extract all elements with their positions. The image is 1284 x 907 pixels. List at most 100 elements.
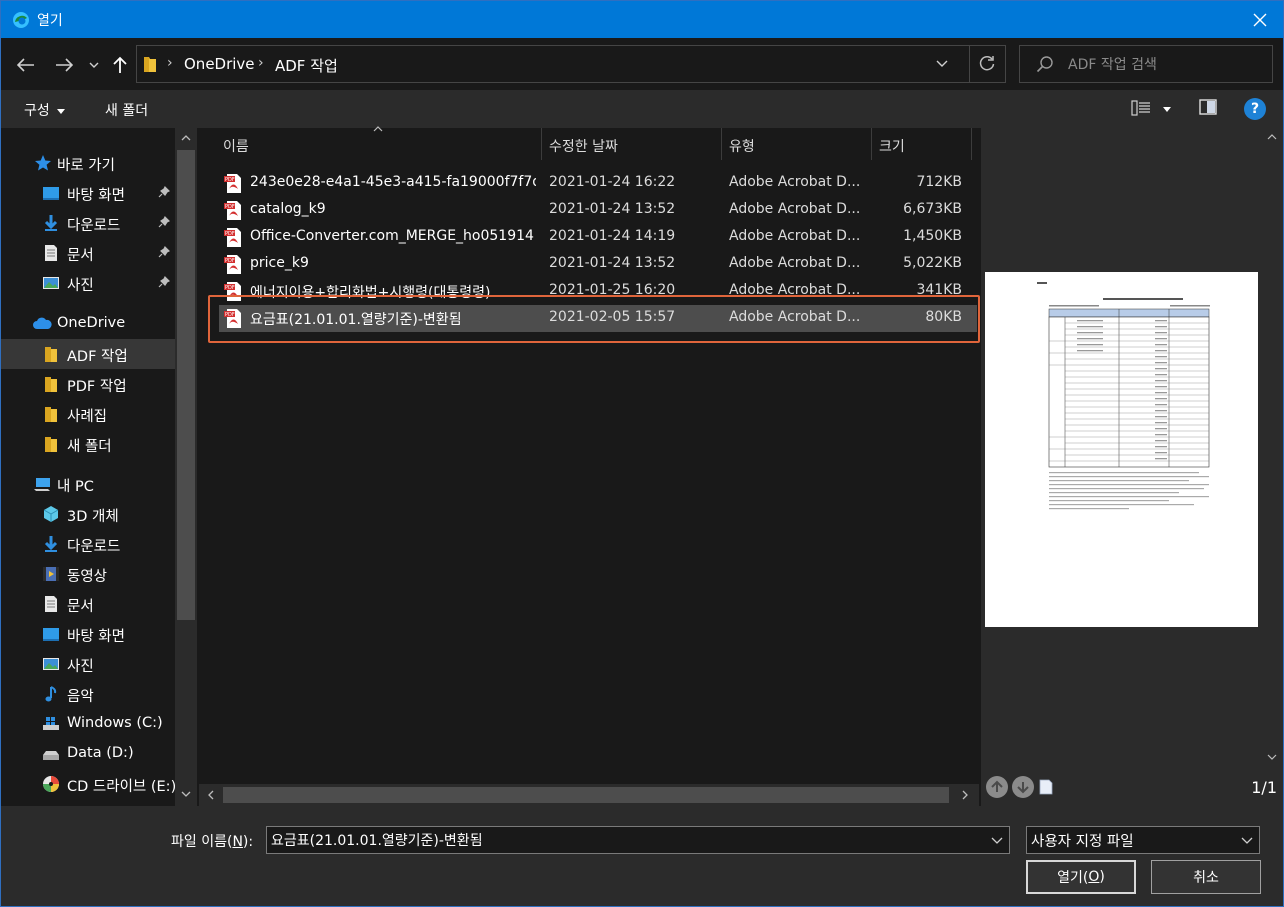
file-row[interactable]: PDF catalog_k9 2021-01-24 13:52 Adobe Ac… — [219, 197, 977, 224]
nav-pc-desktop[interactable]: 바탕 화면 — [1, 619, 175, 649]
arrow-up-icon — [991, 780, 1003, 792]
scroll-left-button[interactable] — [201, 784, 221, 806]
nav-folder-casebook[interactable]: 사례집 — [1, 399, 175, 429]
video-icon — [43, 567, 59, 581]
column-divider[interactable] — [971, 128, 972, 160]
file-date: 2021-02-05 15:57 — [549, 309, 676, 325]
help-button[interactable]: ? — [1244, 98, 1266, 120]
pdf-file-icon: PDF — [224, 201, 241, 220]
file-date: 2021-01-24 13:52 — [549, 255, 676, 271]
nav-pc-cd-drive[interactable]: CD 드라이브 (E:) — [1, 769, 176, 799]
nav-label: 내 PC — [57, 479, 94, 495]
caret-down-icon — [1163, 107, 1171, 112]
column-divider[interactable] — [721, 128, 722, 160]
document-preview — [985, 272, 1258, 627]
nav-quick-access[interactable]: 바로 가기 — [1, 148, 175, 178]
file-row[interactable]: PDF 243e0e28-e4a1-45e3-a415-fa19000f7f7d… — [219, 170, 977, 197]
open-button[interactable]: 열기(O) — [1026, 860, 1136, 894]
file-name: Office-Converter.com_MERGE_ho051914 — [250, 228, 534, 244]
navigation-pane: 바로 가기 바탕 화면 다운로드 문서 사진 OneDrive ADF 작업 P… — [1, 128, 197, 806]
scroll-up-button[interactable] — [175, 128, 197, 148]
search-box[interactable] — [1019, 45, 1273, 83]
filename-label-prefix: 파일 이름( — [171, 834, 233, 850]
scroll-down-button[interactable] — [175, 784, 197, 804]
nav-label: 바로 가기 — [57, 158, 115, 174]
open-label-prefix: 열기( — [1057, 870, 1089, 886]
file-row[interactable]: PDF price_k9 2021-01-24 13:52 Adobe Acro… — [219, 251, 977, 278]
previous-page-button[interactable] — [986, 776, 1008, 798]
new-folder-button[interactable]: 새 폴더 — [105, 100, 148, 120]
file-type: Adobe Acrobat D... — [729, 255, 861, 271]
refresh-button[interactable] — [975, 52, 1001, 78]
column-divider[interactable] — [541, 128, 542, 160]
svg-text:PDF: PDF — [225, 285, 235, 291]
nav-pc-3d-objects[interactable]: 3D 개체 — [1, 499, 175, 529]
nav-pc-videos[interactable]: 동영상 — [1, 559, 175, 589]
search-input[interactable] — [1068, 54, 1264, 76]
computer-icon — [34, 478, 50, 491]
title-bar: 열기 — [1, 1, 1283, 38]
preview-scrollbar[interactable] — [1262, 128, 1281, 768]
nav-pc-documents[interactable]: 문서 — [1, 589, 175, 619]
filename-label: 파일 이름(N): — [171, 831, 253, 851]
chevron-left-icon — [208, 790, 214, 800]
up-button[interactable] — [107, 52, 133, 78]
nav-onedrive[interactable]: OneDrive — [1, 309, 175, 339]
filetype-value: 사용자 지정 파일 — [1031, 834, 1134, 850]
nav-pc-music[interactable]: 음악 — [1, 679, 175, 709]
nav-quick-downloads[interactable]: 다운로드 — [1, 208, 175, 238]
organize-menu[interactable]: 구성 — [24, 100, 66, 120]
file-row[interactable]: PDF Office-Converter.com_MERGE_ho051914 … — [219, 224, 977, 251]
window-title: 열기 — [37, 13, 63, 29]
cancel-button[interactable]: 취소 — [1151, 860, 1261, 894]
column-header-size[interactable]: 크기 — [879, 128, 905, 160]
nav-pc-pictures[interactable]: 사진 — [1, 649, 175, 679]
change-view-button[interactable] — [1131, 99, 1173, 121]
nav-scrollbar[interactable] — [175, 128, 197, 806]
preview-pane-button[interactable] — [1199, 99, 1221, 121]
nav-folder-new[interactable]: 새 폴더 — [1, 429, 175, 459]
address-row: › OneDrive › ADF 작업 — [1, 38, 1283, 90]
scrollbar-thumb[interactable] — [223, 787, 949, 803]
file-type: Adobe Acrobat D... — [729, 228, 861, 244]
forward-button[interactable] — [51, 52, 77, 78]
nav-folder-adf[interactable]: ADF 작업 — [1, 339, 175, 369]
nav-pc-drive-c[interactable]: Windows (C:) — [1, 709, 175, 739]
column-header-type[interactable]: 유형 — [729, 128, 755, 160]
nav-quick-documents[interactable]: 문서 — [1, 238, 175, 268]
nav-pc-drive-d[interactable]: Data (D:) — [1, 739, 175, 769]
back-button[interactable] — [13, 52, 39, 78]
scrollbar-thumb[interactable] — [177, 150, 195, 620]
pictures-icon — [43, 658, 59, 670]
recent-locations-button[interactable] — [83, 52, 105, 78]
breadcrumb-onedrive[interactable]: OneDrive — [184, 55, 255, 73]
file-size: 80KB — [925, 309, 962, 325]
chevron-down-icon — [1241, 837, 1253, 844]
nav-folder-pdf[interactable]: PDF 작업 — [1, 369, 175, 399]
nav-pc-downloads[interactable]: 다운로드 — [1, 529, 175, 559]
file-row-selected[interactable]: PDF 요금표(21.01.01.열량기준)-변환됨 2021-02-05 15… — [219, 305, 977, 332]
column-divider[interactable] — [871, 128, 872, 160]
breadcrumb-current-folder[interactable]: ADF 작업 — [275, 55, 338, 76]
chevron-down-icon[interactable] — [991, 832, 1003, 848]
horizontal-scrollbar[interactable] — [199, 784, 979, 806]
open-file-dialog: 열기 › OneDrive › ADF 작업 ADF 작업 검색 구성 새 폴더… — [0, 0, 1284, 907]
filetype-select[interactable]: 사용자 지정 파일 — [1026, 826, 1260, 854]
address-history-dropdown[interactable] — [932, 54, 956, 74]
scroll-right-button[interactable] — [955, 784, 975, 806]
column-header-date[interactable]: 수정한 날짜 — [549, 128, 618, 160]
filename-input[interactable] — [271, 830, 971, 850]
file-date: 2021-01-24 14:19 — [549, 228, 676, 244]
next-page-button[interactable] — [1012, 776, 1034, 798]
column-header-name[interactable]: 이름 — [223, 128, 249, 160]
file-size: 712KB — [916, 174, 962, 190]
file-row[interactable]: PDF 에너지이용+합리화법+시행령(대통령령)... 2021-01-25 1… — [219, 278, 977, 305]
filename-combobox[interactable] — [266, 826, 1010, 854]
chevron-down-icon — [89, 62, 99, 68]
nav-quick-pictures[interactable]: 사진 — [1, 268, 175, 298]
nav-quick-desktop[interactable]: 바탕 화면 — [1, 178, 175, 208]
close-button[interactable] — [1243, 5, 1277, 35]
address-bar[interactable]: › OneDrive › ADF 작업 — [136, 45, 1006, 83]
pin-icon — [158, 246, 170, 258]
nav-this-pc[interactable]: 내 PC — [1, 469, 175, 499]
